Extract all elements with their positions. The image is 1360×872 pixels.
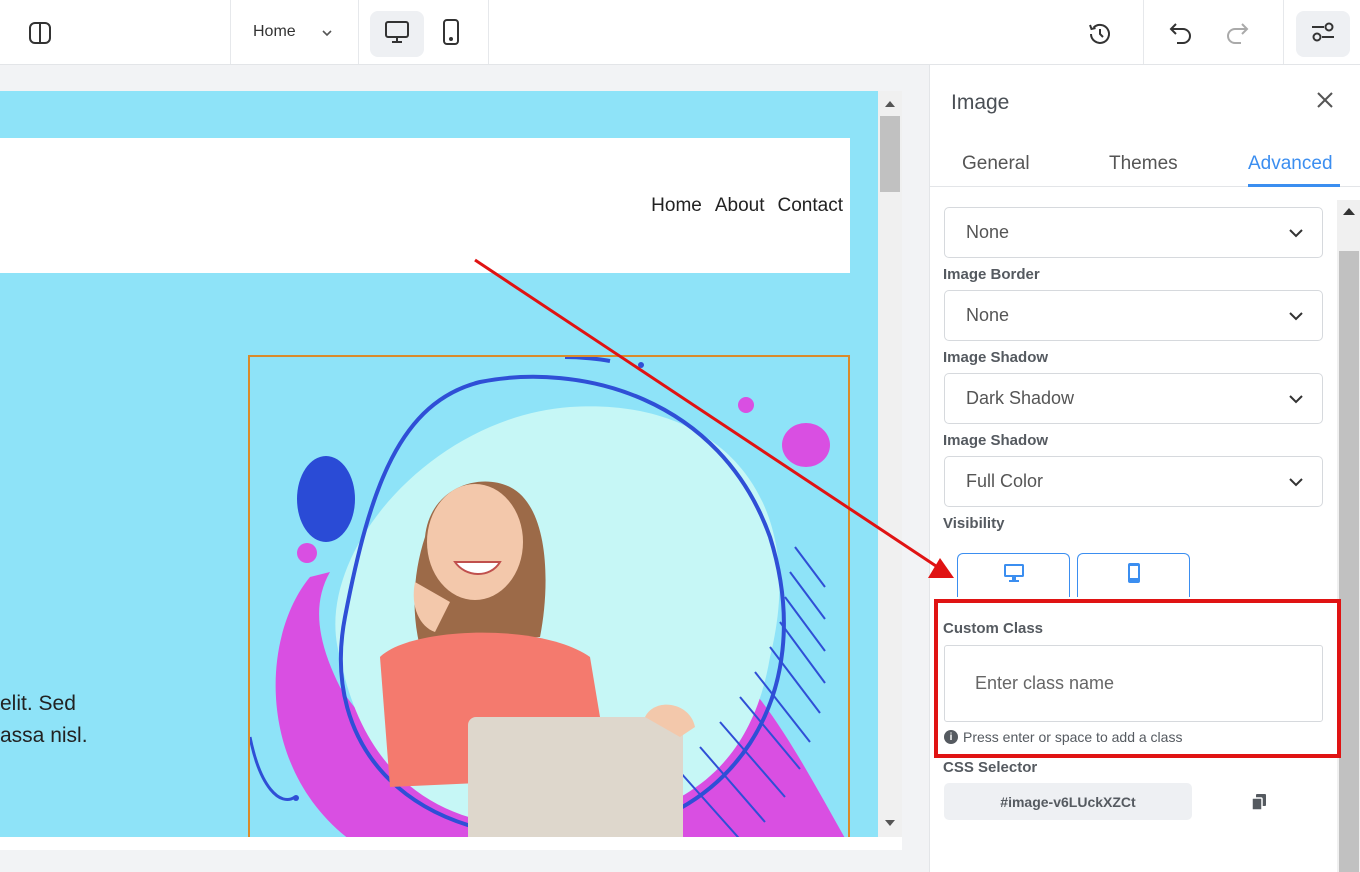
canvas-scrollbar-thumb[interactable] — [880, 116, 900, 192]
chevron-down-icon — [1288, 475, 1304, 493]
image-setting-select[interactable]: None — [944, 207, 1323, 258]
canvas-scrollbar[interactable] — [878, 91, 902, 837]
chevron-down-icon — [321, 26, 333, 44]
panel-title: Image — [951, 91, 1010, 114]
body-text-line: elit. Sed — [0, 692, 76, 715]
mobile-icon — [442, 18, 460, 50]
settings-button[interactable] — [1296, 11, 1350, 57]
chevron-down-icon — [1288, 392, 1304, 410]
copy-icon[interactable] — [1251, 794, 1266, 815]
page-select[interactable]: Home — [231, 0, 358, 64]
body-paragraph: elit. Sed assa nisl. — [0, 688, 88, 752]
sliders-icon — [1310, 21, 1336, 48]
nav-link-contact[interactable]: Contact — [778, 195, 843, 217]
redo-icon[interactable] — [1222, 19, 1252, 47]
image-shadow-color-select[interactable]: Full Color — [944, 456, 1323, 507]
undo-icon[interactable] — [1166, 19, 1196, 47]
chevron-down-icon — [1288, 309, 1304, 327]
image-shadow-label: Image Shadow — [943, 349, 1049, 366]
tab-general[interactable]: General — [962, 153, 1030, 175]
panel-scrollbar-thumb[interactable] — [1339, 251, 1359, 872]
chevron-down-icon — [1288, 226, 1304, 244]
panel-tabs: General Themes Advanced — [930, 151, 1360, 187]
nav-link-about[interactable]: About — [715, 195, 765, 217]
desktop-icon — [1003, 563, 1025, 588]
sidebar-toggle-icon[interactable] — [22, 16, 58, 50]
tab-advanced[interactable]: Advanced — [1248, 153, 1333, 175]
select-value: Dark Shadow — [966, 388, 1075, 408]
custom-class-label: Custom Class — [943, 620, 1044, 637]
toolbar-divider — [488, 0, 489, 64]
custom-class-input[interactable] — [944, 645, 1323, 722]
desktop-icon — [384, 20, 410, 49]
selected-image[interactable] — [248, 355, 850, 837]
site-header: Home About Contact — [0, 138, 850, 273]
body-text-line: assa nisl. — [0, 724, 88, 747]
history-icon[interactable] — [1084, 18, 1116, 50]
mobile-view-button[interactable] — [424, 11, 478, 57]
image-shadow-color-label: Image Shadow — [943, 432, 1049, 449]
visibility-label: Visibility — [943, 515, 1005, 532]
scroll-arrows-icon — [885, 101, 895, 826]
info-icon: i — [944, 730, 958, 744]
tab-themes[interactable]: Themes — [1109, 153, 1178, 175]
element-settings-panel: Image General Themes Advanced None Image… — [929, 65, 1360, 872]
page-canvas: Home About Contact elit. Sed assa nisl. — [0, 91, 878, 837]
hero-illustration — [250, 357, 845, 837]
hint-text: Press enter or space to add a class — [963, 729, 1183, 745]
canvas-bottom-edge — [0, 837, 902, 850]
page-select-value: Home — [253, 23, 296, 40]
visibility-desktop-toggle[interactable] — [957, 553, 1070, 597]
active-tab-indicator — [1248, 184, 1340, 187]
nav-link-home[interactable]: Home — [651, 195, 702, 217]
custom-class-hint: i Press enter or space to add a class — [944, 729, 1182, 745]
toolbar-divider — [358, 0, 359, 64]
toolbar-divider — [1283, 0, 1284, 64]
desktop-view-button[interactable] — [370, 11, 424, 57]
select-value: None — [966, 305, 1010, 325]
image-shadow-select[interactable]: Dark Shadow — [944, 373, 1323, 424]
select-value: None — [966, 222, 1010, 242]
site-nav: Home About Contact — [651, 195, 843, 217]
image-border-select[interactable]: None — [944, 290, 1323, 341]
close-icon[interactable] — [1314, 89, 1336, 116]
visibility-mobile-toggle[interactable] — [1077, 553, 1190, 597]
toolbar-divider — [1143, 0, 1144, 64]
mobile-icon — [1127, 563, 1141, 588]
scroll-up-arrow-icon — [1343, 208, 1355, 215]
image-border-label: Image Border — [943, 266, 1040, 283]
select-value: Full Color — [966, 471, 1044, 491]
css-selector-value: #image-v6LUckXZCt — [944, 783, 1192, 820]
top-toolbar: Home — [0, 0, 1360, 65]
css-selector-label: CSS Selector — [943, 759, 1038, 776]
